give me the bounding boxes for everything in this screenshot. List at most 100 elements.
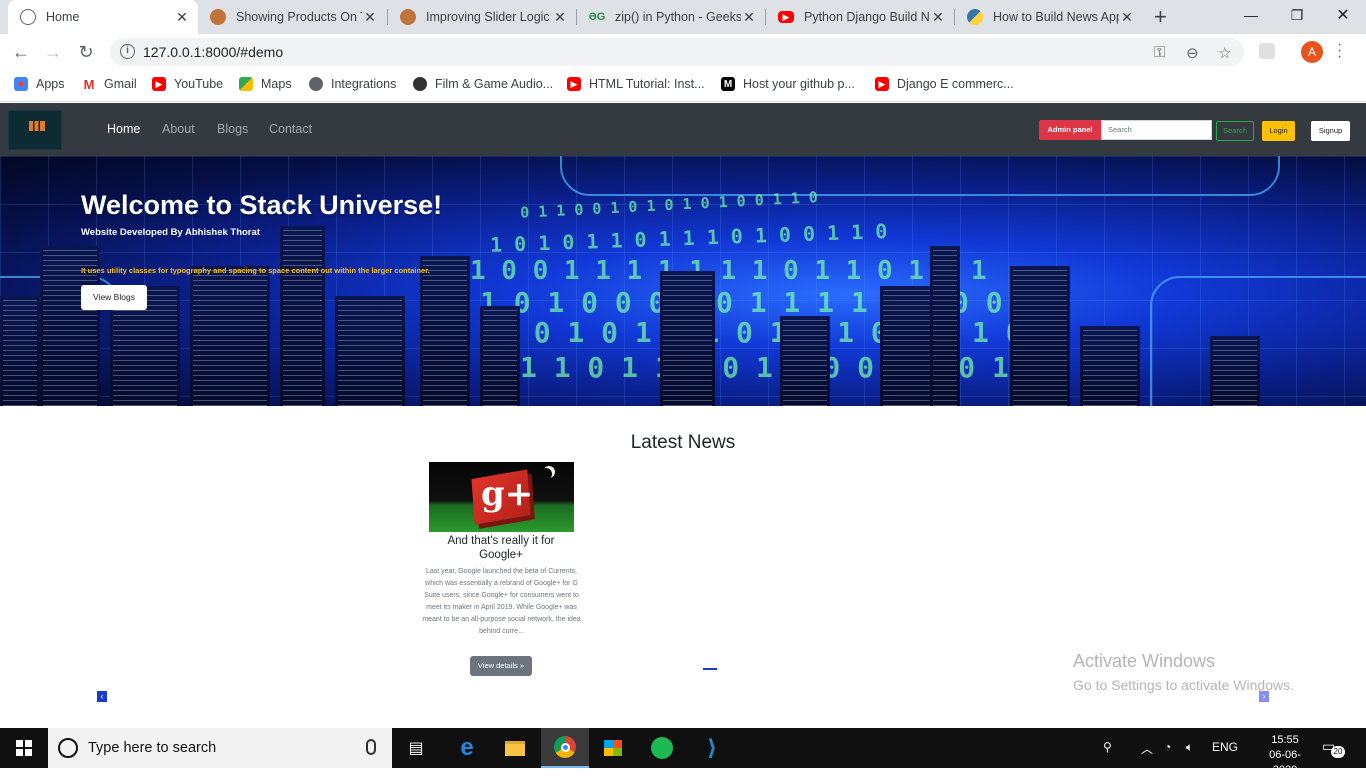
bookmark-label: Host your github p... — [743, 77, 855, 91]
nav-home[interactable]: Home — [107, 122, 140, 136]
gmail-icon: M — [82, 76, 96, 92]
close-icon[interactable]: ✕ — [552, 9, 568, 26]
bookmark-integrations[interactable]: Integrations — [309, 77, 396, 91]
admin-panel-button[interactable]: Admin panel — [1039, 120, 1101, 140]
edge-icon[interactable]: e — [443, 728, 491, 768]
tab-title: Python Django Build Ne — [804, 10, 930, 24]
start-button[interactable] — [0, 728, 48, 768]
moon-icon — [540, 468, 552, 480]
tab-title: zip() in Python - Geeksf — [615, 10, 741, 24]
spotify-icon[interactable] — [638, 728, 686, 768]
carousel-prev-icon[interactable]: ‹ — [97, 691, 107, 702]
task-view-icon[interactable]: ▤ — [392, 728, 440, 768]
apps-grid-icon — [14, 77, 28, 91]
hero-building — [0, 296, 40, 406]
nav-contact[interactable]: Contact — [269, 122, 312, 136]
profile-avatar[interactable]: A — [1301, 41, 1323, 63]
clock-time: 15:55 — [1271, 734, 1299, 746]
search-button[interactable]: Search — [1216, 121, 1254, 141]
close-icon[interactable]: ✕ — [741, 9, 757, 26]
microphone-icon[interactable] — [366, 739, 376, 755]
bookmark-label: Maps — [261, 77, 292, 91]
hero-subtitle: Website Developed By Abhishek Thorat — [81, 227, 260, 238]
bookmark-apps[interactable]: Apps — [14, 77, 65, 91]
bookmark-label: Django E commerc... — [897, 77, 1014, 91]
signup-button[interactable]: Signup — [1311, 121, 1350, 141]
tab-django-build[interactable]: ▶ Python Django Build Ne ✕ — [766, 0, 954, 34]
menu-dots-icon[interactable]: · · · — [1337, 37, 1342, 65]
news-card-title: And that's really it for Google+ — [447, 535, 555, 561]
tab-zip-python[interactable]: ƏG zip() in Python - Geeksf ✕ — [577, 0, 765, 34]
chevron-up-icon[interactable]: ︿ — [1141, 740, 1153, 757]
latest-news-heading: Latest News — [630, 432, 736, 453]
bookmark-host-github[interactable]: M Host your github p... — [721, 77, 855, 91]
hero-building — [280, 226, 325, 406]
restore-icon[interactable]: ❐ — [1274, 0, 1320, 30]
taskbar-search-placeholder: Type here to search — [88, 740, 217, 756]
star-icon[interactable]: ☆ — [1218, 44, 1231, 62]
hero-building — [1010, 266, 1070, 406]
tab-title: How to Build News App — [993, 10, 1119, 24]
bookmark-film-game-audio[interactable]: Film & Game Audio... — [413, 77, 553, 91]
url-text[interactable]: 127.0.0.1:8000/#demo — [143, 44, 283, 60]
vscode-icon[interactable]: ⟩ — [688, 728, 736, 768]
youtube-icon: ▶ — [778, 11, 794, 23]
nav-blogs[interactable]: Blogs — [217, 122, 248, 136]
forward-arrow-icon[interactable]: → — [41, 40, 65, 64]
activate-windows-text: Go to Settings to activate Windows. — [1073, 677, 1294, 693]
tab-improving-slider[interactable]: Improving Slider Logic ✕ — [388, 0, 576, 34]
audio-icon — [413, 77, 427, 91]
close-icon[interactable]: ✕ — [174, 9, 190, 26]
tab-showing-products[interactable]: Showing Products On T ✕ — [198, 0, 386, 34]
hero-building — [420, 256, 470, 406]
notification-count: 20 — [1331, 746, 1345, 758]
login-button[interactable]: Login — [1262, 121, 1295, 141]
chrome-icon[interactable] — [541, 728, 589, 768]
store-icon[interactable] — [589, 728, 637, 768]
key-icon[interactable]: ⚿ — [1154, 44, 1165, 61]
minimize-icon[interactable]: — — [1228, 0, 1274, 30]
reload-icon[interactable]: ↻ — [74, 40, 98, 64]
back-arrow-icon[interactable]: ← — [9, 40, 33, 64]
volume-icon[interactable]: 🔈︎ — [1186, 740, 1193, 755]
bookmark-gmail[interactable]: M Gmail — [82, 76, 137, 92]
tab-home[interactable]: Home ✕ — [8, 0, 198, 34]
site-logo[interactable] — [8, 110, 62, 150]
address-bar[interactable]: i 127.0.0.1:8000/#demo ⚿ ⊖ ☆ — [110, 38, 1244, 66]
window-close-icon[interactable]: ✕ — [1320, 0, 1366, 30]
windows-taskbar: Type here to search ▤ e ⟩ ⚲ ︿ ◔ 🔈︎ ENG 1… — [0, 728, 1366, 776]
news-card-image: g+ — [429, 462, 574, 532]
avatar-icon — [400, 9, 416, 25]
notification-icon[interactable]: ▭ 20 — [1322, 738, 1345, 758]
view-blogs-button[interactable]: View Blogs — [81, 285, 147, 310]
youtube-icon: ▶ — [152, 77, 166, 91]
tab-news-app[interactable]: How to Build News App ✕ — [955, 0, 1143, 34]
bookmark-youtube[interactable]: ▶ YouTube — [152, 77, 223, 91]
people-icon[interactable]: ⚲ — [1103, 740, 1112, 754]
taskbar-search-box[interactable]: Type here to search — [48, 728, 392, 768]
hero-light-curve — [560, 156, 1280, 196]
hero-lead-text: It uses utility classes for typography a… — [81, 266, 430, 275]
search-input[interactable]: Search — [1101, 120, 1212, 140]
close-icon[interactable]: ✕ — [930, 9, 946, 26]
hero-binary-text: 1 0 1 0 1 0 1 0 1 0 1 0 0 1 1 0 0 — [500, 316, 1057, 349]
new-tab-icon[interactable]: + — [1154, 6, 1167, 28]
carousel-indicator[interactable] — [703, 668, 717, 670]
activate-windows-title: Activate Windows — [1073, 651, 1216, 671]
close-icon[interactable]: ✕ — [362, 9, 378, 26]
bookmark-django-ecommerce[interactable]: ▶ Django E commerc... — [875, 77, 1014, 91]
bookmark-maps[interactable]: Maps — [239, 77, 292, 91]
taskbar-clock[interactable]: 15:55 06-06-2020 — [1259, 733, 1311, 778]
site-info-icon[interactable]: i — [120, 44, 135, 59]
wifi-icon[interactable]: ◔ — [1164, 740, 1171, 754]
extension-icon[interactable] — [1259, 43, 1275, 59]
language-indicator[interactable]: ENG — [1212, 740, 1238, 754]
view-details-button[interactable]: View details » — [470, 656, 532, 676]
file-explorer-icon[interactable] — [491, 728, 539, 768]
bookmark-html-tutorial[interactable]: ▶ HTML Tutorial: Inst... — [567, 77, 705, 91]
close-icon[interactable]: ✕ — [1119, 9, 1135, 26]
avatar-icon — [210, 9, 226, 25]
zoom-icon[interactable]: ⊖ — [1186, 44, 1199, 62]
browser-tab-strip: Home ✕ Showing Products On T ✕ Improving… — [0, 0, 1366, 34]
nav-about[interactable]: About — [162, 122, 195, 136]
